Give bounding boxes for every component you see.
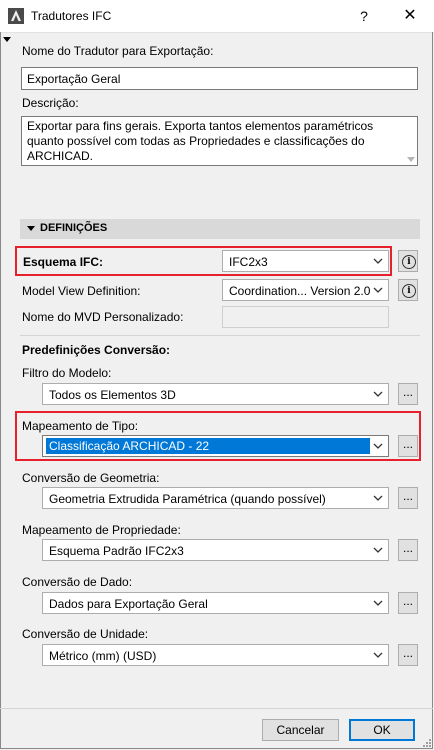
geometry-value: Geometria Extrudida Paramétrica (quando …	[49, 492, 326, 506]
type-mapping-label: Mapeamento de Tipo:	[22, 419, 139, 433]
model-filter-select[interactable]: Todos os Elementos 3D	[42, 383, 389, 405]
geometry-select[interactable]: Geometria Extrudida Paramétrica (quando …	[42, 487, 389, 509]
chevron-down-icon	[373, 443, 383, 449]
title-bar: Tradutores IFC ? ✕	[0, 0, 434, 33]
expand-arrow-icon	[27, 226, 35, 231]
unit-conversion-label: Conversão de Unidade:	[22, 627, 149, 641]
chevron-down-icon	[373, 495, 383, 501]
custom-mvd-label: Nome do MVD Personalizado:	[22, 310, 184, 324]
description-text: Exportar para fins gerais. Exporta tanto…	[27, 119, 374, 163]
unit-conversion-select[interactable]: Métrico (mm) (USD)	[42, 644, 389, 666]
property-mapping-label: Mapeamento de Propriedade:	[22, 523, 181, 537]
geometry-browse-button[interactable]: ...	[398, 487, 418, 509]
resize-grip-icon[interactable]	[422, 738, 432, 748]
description-label: Descrição:	[22, 96, 79, 110]
type-mapping-select[interactable]: Classificação ARCHICAD - 22	[42, 435, 389, 457]
data-conversion-browse-button[interactable]: ...	[398, 592, 418, 614]
cancel-button[interactable]: Cancelar	[262, 719, 339, 741]
description-textarea[interactable]: Exportar para fins gerais. Exporta tanto…	[21, 116, 418, 166]
chevron-down-icon	[373, 287, 383, 293]
schema-label: Esquema IFC:	[23, 255, 104, 269]
window-title: Tradutores IFC	[31, 9, 112, 23]
schema-value: IFC2x3	[229, 255, 268, 269]
chevron-down-icon	[373, 600, 383, 606]
property-mapping-value: Esquema Padrão IFC2x3	[49, 544, 184, 558]
definitions-section-header[interactable]: DEFINIÇÕES	[20, 219, 420, 239]
geometry-label: Conversão de Geometria:	[22, 471, 160, 485]
property-mapping-browse-button[interactable]: ...	[398, 539, 418, 561]
data-conversion-select[interactable]: Dados para Exportação Geral	[42, 592, 389, 614]
close-button[interactable]: ✕	[396, 4, 424, 28]
model-filter-browse-button[interactable]: ...	[398, 383, 418, 405]
unit-conversion-browse-button[interactable]: ...	[398, 644, 418, 666]
property-mapping-select[interactable]: Esquema Padrão IFC2x3	[42, 539, 389, 561]
scroll-down-icon[interactable]	[407, 157, 415, 162]
schema-info-button[interactable]: i	[398, 250, 418, 272]
archicad-app-icon	[8, 8, 24, 24]
unit-conversion-value: Métrico (mm) (USD)	[49, 649, 157, 663]
mvd-label: Model View Definition:	[22, 284, 141, 298]
footer-divider	[0, 708, 433, 709]
collapse-arrow-icon[interactable]	[3, 37, 11, 42]
mvd-value: Coordination... Version 2.0	[229, 284, 371, 298]
chevron-down-icon	[373, 258, 383, 264]
info-icon: i	[402, 255, 416, 269]
definitions-section-title: DEFINIÇÕES	[40, 222, 108, 234]
data-conversion-value: Dados para Exportação Geral	[49, 597, 208, 611]
data-conversion-label: Conversão de Dado:	[22, 575, 133, 589]
info-icon: i	[402, 284, 416, 298]
type-mapping-browse-button[interactable]: ...	[398, 435, 418, 457]
divider	[20, 335, 420, 336]
chevron-down-icon	[373, 391, 383, 397]
translator-name-label: Nome do Tradutor para Exportação:	[22, 44, 214, 58]
chevron-down-icon	[373, 547, 383, 553]
schema-select[interactable]: IFC2x3	[222, 250, 389, 272]
type-mapping-value: Classificação ARCHICAD - 22	[46, 438, 370, 454]
model-filter-value: Todos os Elementos 3D	[49, 388, 176, 402]
ok-button[interactable]: OK	[349, 719, 415, 741]
mvd-select[interactable]: Coordination... Version 2.0	[222, 279, 389, 301]
custom-mvd-input	[222, 306, 389, 328]
help-button[interactable]: ?	[350, 4, 378, 28]
model-filter-label: Filtro do Modelo:	[22, 366, 112, 380]
chevron-down-icon	[373, 652, 383, 658]
presets-heading: Predefinições Conversão:	[22, 343, 171, 357]
translator-name-input[interactable]: Exportação Geral	[21, 67, 418, 90]
mvd-info-button[interactable]: i	[398, 279, 418, 301]
